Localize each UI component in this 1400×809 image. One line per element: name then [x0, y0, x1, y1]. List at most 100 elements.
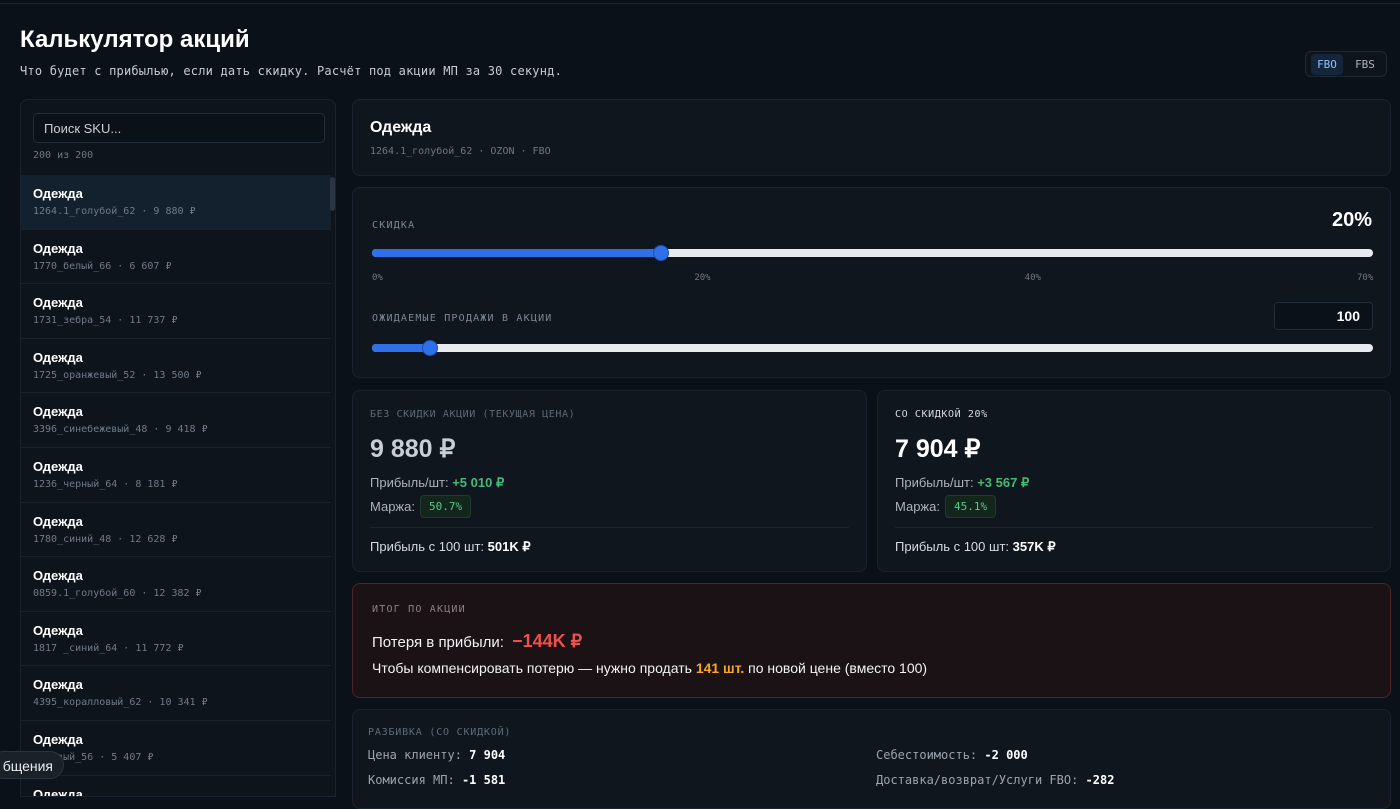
- compensation-before: Чтобы компенсировать потерю — нужно прод…: [372, 660, 692, 676]
- profit-loss-value: −144K ₽: [512, 631, 583, 651]
- discount-slider[interactable]: [372, 245, 1373, 261]
- current-total-value: 501K ₽: [487, 539, 531, 554]
- current-profit-label: Прибыль/шт:: [370, 475, 449, 490]
- discount-margin-label: Маржа:: [895, 499, 940, 514]
- compensation-after: по новой цене (вместо 100): [748, 660, 928, 676]
- fulfillment-mode-toggle: FBO FBS: [1305, 51, 1387, 77]
- breakdown-row-label: Цена клиенту:: [368, 748, 462, 762]
- discount-profit-value: +3 567 ₽: [977, 475, 1030, 490]
- discount-slider-handle[interactable]: [653, 245, 670, 261]
- sku-name: Одежда: [33, 731, 83, 747]
- current-price-value: 9 880 ₽: [370, 435, 456, 463]
- sku-meta: 4395_коралловый_62 · 10 341 ₽: [33, 697, 208, 709]
- breakdown-row-label: Себестоимость:: [876, 748, 978, 762]
- discount-total-label: Прибыль с 100 шт:: [895, 539, 1010, 554]
- sku-meta: 3396_синебежевый_48 · 9 418 ₽: [33, 424, 208, 436]
- current-price-label: БЕЗ СКИДКИ АКЦИИ (ТЕКУЩАЯ ЦЕНА): [370, 409, 576, 420]
- sku-meta: 0859.1_голубой_60 · 12 382 ₽: [33, 588, 202, 600]
- sku-name: Одежда: [33, 240, 83, 256]
- mode-fbs-button[interactable]: FBS: [1349, 54, 1381, 75]
- discount-price-value: 7 904 ₽: [895, 435, 981, 463]
- sku-name: Одежда: [33, 458, 83, 474]
- sku-list-item[interactable]: Одежда 1770_белый_66 · 6 607 ₽: [21, 230, 331, 285]
- breakdown-row-value: -2 000: [984, 748, 1028, 762]
- profit-loss-label: Потеря в прибыли:: [372, 634, 504, 651]
- sku-list-item[interactable]: Одежда 1725_оранжевый_52 · 13 500 ₽: [21, 339, 331, 394]
- breakdown-row-label: Доставка/возврат/Услуги FBO:: [876, 773, 1079, 787]
- divider: [370, 527, 849, 528]
- sku-list-item[interactable]: Одежда: [21, 776, 331, 796]
- sales-quantity-input[interactable]: 100: [1274, 302, 1373, 330]
- discount-total-value: 357K ₽: [1012, 539, 1056, 554]
- sku-name: Одежда: [33, 513, 83, 529]
- discount-slider-fill: [372, 249, 662, 257]
- sku-meta: 1817 _синий_64 · 11 772 ₽: [33, 642, 184, 654]
- window-top-border: [0, 3, 1400, 4]
- current-margin-row: Маржа: 50.7%: [370, 495, 472, 518]
- sku-name: Одежда: [33, 186, 83, 201]
- sales-label: Ожидаемые продажи в акции: [372, 313, 553, 324]
- mode-fbo-button[interactable]: FBO: [1311, 53, 1343, 75]
- sku-list-item[interactable]: Одежда 1236_черный_64 · 8 181 ₽: [21, 448, 331, 503]
- sku-list-item[interactable]: Одежда 1731_зебра_54 · 11 737 ₽: [21, 284, 331, 339]
- discount-price-card: СО СКИДКОЙ 20% 7 904 ₽ Прибыль/шт: +3 56…: [877, 390, 1391, 572]
- sku-meta: 1264.1_голубой_62 · 9 880 ₽: [33, 206, 196, 217]
- messages-toast[interactable]: бщения: [0, 751, 64, 779]
- compensation-units: 141 шт.: [695, 660, 745, 676]
- sku-meta: бежевый_56 · 5 407 ₽: [33, 751, 154, 763]
- discount-total-row: Прибыль с 100 шт: 357K ₽: [895, 539, 1056, 555]
- page-title: Калькулятор акций: [20, 26, 250, 53]
- discount-margin-badge: 45.1%: [944, 495, 997, 518]
- sku-list: Одежда 1264.1_голубой_62 · 9 880 ₽ Одежда 1…: [21, 175, 331, 796]
- sku-sidebar: 200 из 200 Одежда 1264.1_голубой_62 · 9 8…: [20, 99, 336, 797]
- breakdown-card: РАЗБИВКА (СО СКИДКОЙ) Цена клиенту: 7 90…: [352, 709, 1391, 809]
- page-subtitle: Что будет с прибылью, если дать скидку. …: [20, 64, 562, 78]
- profit-loss-row: Потеря в прибыли: −144K ₽: [372, 631, 582, 652]
- breakdown-row-commission: Комиссия МП: -1 581: [368, 773, 505, 787]
- breakdown-row-client-price: Цена клиенту: 7 904: [368, 748, 505, 762]
- product-title: Одежда: [370, 119, 432, 136]
- sku-list-item[interactable]: Одежда 1780_синий_48 · 12 628 ₽: [21, 503, 331, 558]
- discount-profit-row: Прибыль/шт: +3 567 ₽: [895, 475, 1029, 491]
- breakdown-row-value: 7 904: [469, 748, 506, 762]
- sku-meta: 1725_оранжевый_52 · 13 500 ₽: [33, 369, 202, 381]
- sku-list-item[interactable]: Одежда 4395_коралловый_62 · 10 341 ₽: [21, 666, 331, 721]
- product-meta: 1264.1_голубой_62 · OZON · FBO: [370, 146, 551, 157]
- discount-value: 20%: [1331, 209, 1372, 231]
- compensation-text: Чтобы компенсировать потерю — нужно прод…: [372, 660, 927, 676]
- sku-meta: 1731_зебра_54 · 11 737 ₽: [33, 315, 178, 327]
- sku-count: 200 из 200: [33, 150, 94, 161]
- sku-list-item[interactable]: Одежда 1817 _синий_64 · 11 772 ₽: [21, 612, 331, 667]
- discount-tick-label: 40%: [1024, 273, 1041, 283]
- current-price-card: БЕЗ СКИДКИ АКЦИИ (ТЕКУЩАЯ ЦЕНА) 9 880 ₽ …: [352, 390, 867, 572]
- result-label: ИТОГ ПО АКЦИИ: [372, 604, 466, 615]
- sku-meta: 1770_белый_66 · 6 607 ₽: [33, 260, 172, 272]
- breakdown-row-label: Комиссия МП:: [368, 773, 455, 787]
- breakdown-row-value: -282: [1085, 773, 1115, 787]
- discount-label: Скидка: [372, 220, 416, 231]
- sku-list-item[interactable]: Одежда 1264.1_голубой_62 · 9 880 ₽: [21, 175, 331, 230]
- sku-list-item[interactable]: Одежда 3396_синебежевый_48 · 9 418 ₽: [21, 393, 331, 448]
- breakdown-label: РАЗБИВКА (СО СКИДКОЙ): [368, 727, 512, 738]
- current-margin-badge: 50.7%: [419, 495, 472, 518]
- current-margin-label: Маржа:: [370, 499, 415, 514]
- current-total-row: Прибыль с 100 шт: 501K ₽: [370, 539, 531, 555]
- sliders-card: Скидка 20% 0% 20% 40% 70% Ожидаемые продажи…: [352, 187, 1391, 378]
- sku-name: Одежда: [33, 404, 83, 420]
- sku-name: Одежда: [33, 349, 83, 365]
- product-card: Одежда 1264.1_голубой_62 · OZON · FBO: [352, 99, 1391, 176]
- sku-name: Одежда: [33, 568, 83, 584]
- sales-slider[interactable]: [372, 340, 1373, 356]
- sales-slider-handle[interactable]: [422, 340, 439, 356]
- current-total-label: Прибыль с 100 шт:: [370, 539, 485, 554]
- promo-result-card: ИТОГ ПО АКЦИИ Потеря в прибыли: −144K ₽ …: [352, 583, 1391, 698]
- discount-tick-label: 20%: [694, 273, 711, 283]
- divider: [895, 527, 1373, 528]
- sku-list-item[interactable]: Одежда 0859.1_голубой_60 · 12 382 ₽: [21, 557, 331, 612]
- sku-search-input[interactable]: [33, 113, 325, 143]
- breakdown-row-value: -1 581: [461, 773, 506, 787]
- breakdown-row-cost: Себестоимость: -2 000: [876, 748, 1028, 762]
- discount-price-label: СО СКИДКОЙ 20%: [895, 409, 988, 420]
- sku-list-item[interactable]: Одежда бежевый_56 · 5 407 ₽: [21, 721, 331, 776]
- sku-list-scrollbar[interactable]: [330, 177, 335, 211]
